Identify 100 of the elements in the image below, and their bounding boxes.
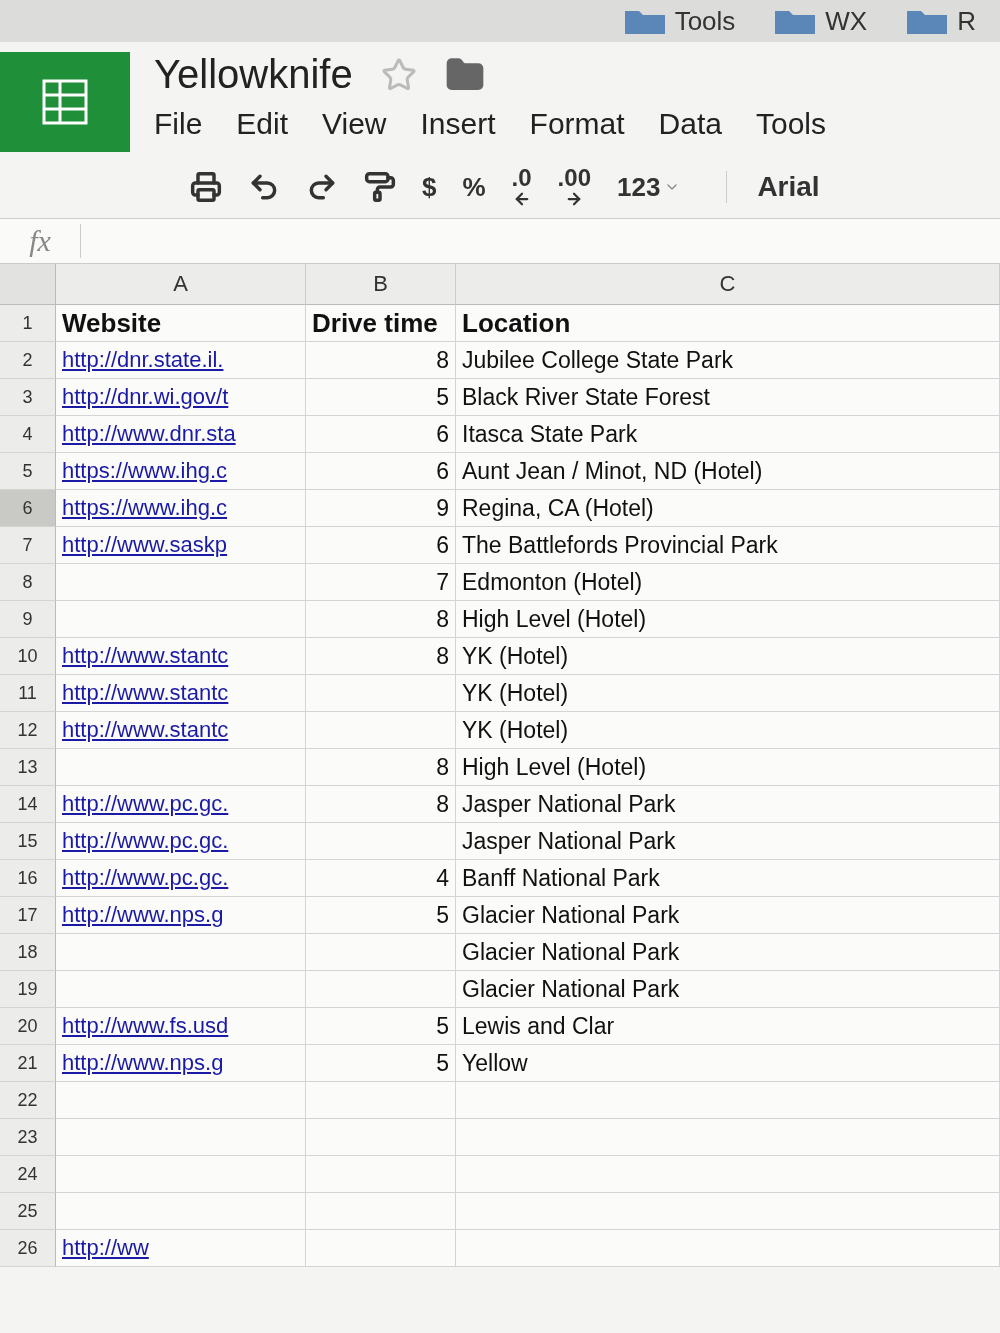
table-cell: Drive time: [306, 305, 456, 342]
table-cell: YK (Hotel): [456, 675, 1000, 712]
sheets-logo-icon[interactable]: [0, 52, 130, 152]
star-icon[interactable]: [380, 56, 417, 93]
website-link[interactable]: http://ww: [62, 1235, 149, 1261]
website-link[interactable]: http://www.stantc: [62, 680, 229, 706]
table-cell: 8: [306, 601, 456, 638]
table-cell: Black River State Forest: [456, 379, 1000, 416]
website-link[interactable]: http://www.stantc: [62, 643, 229, 669]
table-cell: Location: [456, 305, 1000, 342]
website-link[interactable]: http://dnr.wi.gov/t: [62, 384, 229, 410]
table-cell: Jasper National Park: [456, 823, 1000, 860]
row-header[interactable]: 17: [0, 897, 56, 934]
row-header[interactable]: 3: [0, 379, 56, 416]
table-cell: Website: [56, 305, 306, 342]
row-header[interactable]: 7: [0, 527, 56, 564]
row-header[interactable]: 22: [0, 1082, 56, 1119]
table-cell: Yellow: [456, 1045, 1000, 1082]
menu-item[interactable]: Data: [658, 107, 722, 141]
website-link[interactable]: http://www.pc.gc.: [62, 865, 229, 891]
website-link[interactable]: http://www.nps.g: [62, 902, 224, 928]
row-header[interactable]: 6: [0, 490, 56, 527]
website-link[interactable]: https://www.ihg.c: [62, 495, 228, 521]
row-header[interactable]: 18: [0, 934, 56, 971]
row-header[interactable]: 26: [0, 1230, 56, 1267]
table-cell: Glacier National Park: [456, 897, 1000, 934]
website-link[interactable]: http://www.fs.usd: [62, 1013, 229, 1039]
table-cell: 8: [306, 786, 456, 823]
decimal-button[interactable]: .0: [511, 166, 532, 208]
website-link[interactable]: http://www.pc.gc.: [62, 791, 229, 817]
table-cell: 6: [306, 416, 456, 453]
format-button[interactable]: $: [422, 171, 437, 203]
website-link[interactable]: http://dnr.state.il.: [62, 347, 224, 373]
row-header[interactable]: 16: [0, 860, 56, 897]
table-cell: 8: [306, 749, 456, 786]
table-cell: Itasca State Park: [456, 416, 1000, 453]
column-header[interactable]: A: [56, 264, 306, 305]
decimal-button[interactable]: .00: [557, 166, 591, 208]
website-link[interactable]: http://www.stantc: [62, 717, 229, 743]
row-header[interactable]: 14: [0, 786, 56, 823]
bookmark-link[interactable]: WX: [825, 5, 868, 37]
table-cell: 5: [306, 897, 456, 934]
format-button[interactable]: %: [462, 171, 486, 203]
table-cell: Jasper National Park: [456, 786, 1000, 823]
row-header[interactable]: 21: [0, 1045, 56, 1082]
table-cell: High Level (Hotel): [456, 749, 1000, 786]
table-cell: 8: [306, 638, 456, 675]
row-header[interactable]: 4: [0, 416, 56, 453]
website-link[interactable]: http://www.saskp: [62, 532, 228, 558]
table-cell: Banff National Park: [456, 860, 1000, 897]
row-header[interactable]: 12: [0, 712, 56, 749]
table-cell: YK (Hotel): [456, 638, 1000, 675]
menu-item[interactable]: Tools: [755, 107, 826, 141]
number-format-dropdown[interactable]: 123: [617, 171, 681, 203]
menu-item[interactable]: View: [322, 107, 387, 141]
row-header[interactable]: 20: [0, 1008, 56, 1045]
row-header[interactable]: 10: [0, 638, 56, 675]
row-header[interactable]: 1: [0, 305, 56, 342]
folder-icon: [775, 8, 816, 34]
menu-item[interactable]: File: [154, 107, 203, 141]
website-link[interactable]: http://www.pc.gc.: [62, 828, 229, 854]
website-link[interactable]: http://www.nps.g: [62, 1050, 224, 1076]
table-cell: The Battlefords Provincial Park: [456, 527, 1000, 564]
document-title[interactable]: Yellowknife: [154, 52, 353, 97]
row-header[interactable]: 25: [0, 1193, 56, 1230]
table-cell: Regina, CA (Hotel): [456, 490, 1000, 527]
table-cell: Edmonton (Hotel): [456, 564, 1000, 601]
paint-roller-icon[interactable]: [364, 171, 396, 203]
print-icon[interactable]: [190, 171, 222, 203]
row-header[interactable]: 2: [0, 342, 56, 379]
row-header[interactable]: 23: [0, 1119, 56, 1156]
menu-item[interactable]: Edit: [236, 107, 289, 141]
bookmark-link[interactable]: Tools: [674, 5, 736, 37]
row-header[interactable]: 5: [0, 453, 56, 490]
bookmark-link[interactable]: R: [957, 5, 976, 37]
row-header[interactable]: 11: [0, 675, 56, 712]
website-link[interactable]: http://www.dnr.sta: [62, 421, 236, 447]
menu-item[interactable]: Format: [529, 107, 625, 141]
row-header[interactable]: 9: [0, 601, 56, 638]
table-cell: Glacier National Park: [456, 934, 1000, 971]
table-cell: High Level (Hotel): [456, 601, 1000, 638]
website-link[interactable]: https://www.ihg.c: [62, 458, 228, 484]
menu-item[interactable]: Insert: [420, 107, 496, 141]
folder-icon: [624, 8, 665, 34]
row-header[interactable]: 13: [0, 749, 56, 786]
row-header[interactable]: 8: [0, 564, 56, 601]
row-header[interactable]: 24: [0, 1156, 56, 1193]
table-cell: 5: [306, 1045, 456, 1082]
table-cell: YK (Hotel): [456, 712, 1000, 749]
row-header[interactable]: 19: [0, 971, 56, 1008]
table-cell: 5: [306, 379, 456, 416]
table-cell: 4: [306, 860, 456, 897]
row-header[interactable]: 15: [0, 823, 56, 860]
font-dropdown[interactable]: Arial: [726, 171, 820, 203]
table-cell: 8: [306, 342, 456, 379]
table-cell: 7: [306, 564, 456, 601]
table-cell: 6: [306, 527, 456, 564]
table-cell: 6: [306, 453, 456, 490]
column-header[interactable]: C: [456, 264, 1000, 305]
column-header[interactable]: B: [306, 264, 456, 305]
